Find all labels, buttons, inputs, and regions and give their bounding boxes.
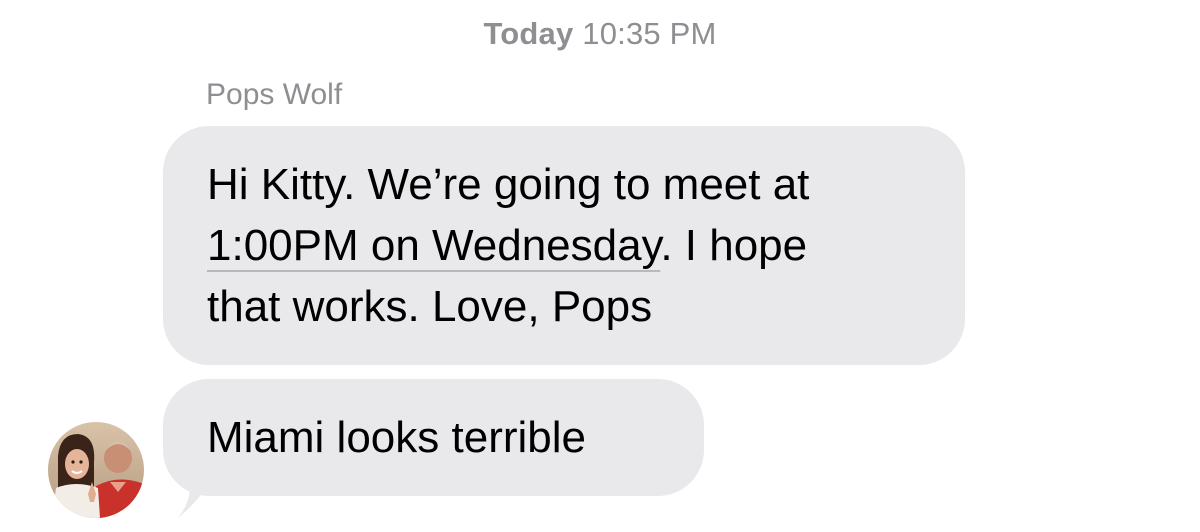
message-text: Miami looks terrible — [207, 413, 586, 462]
message-timestamp: Today 10:35 PM — [0, 16, 1200, 52]
message-line: Hi Kitty. We’re going to meet at — [207, 160, 810, 209]
contact-avatar[interactable] — [48, 422, 144, 518]
message-line: 1:00PM on Wednesday. I hope — [207, 215, 935, 276]
message-line: that works. Love, Pops — [207, 282, 653, 331]
timestamp-time: 10:35 PM — [582, 16, 717, 51]
sender-name: Pops Wolf — [206, 78, 343, 111]
incoming-message-bubble[interactable]: Miami looks terrible — [163, 379, 704, 496]
date-time-link[interactable]: 1:00PM on Wednesday — [207, 221, 660, 270]
message-line-continuation: . I hope — [660, 221, 808, 270]
timestamp-day: Today — [483, 16, 574, 51]
contact-photo-avatar-icon — [48, 422, 144, 518]
incoming-message-bubble[interactable]: Hi Kitty. We’re going to meet at 1:00PM … — [163, 126, 965, 365]
